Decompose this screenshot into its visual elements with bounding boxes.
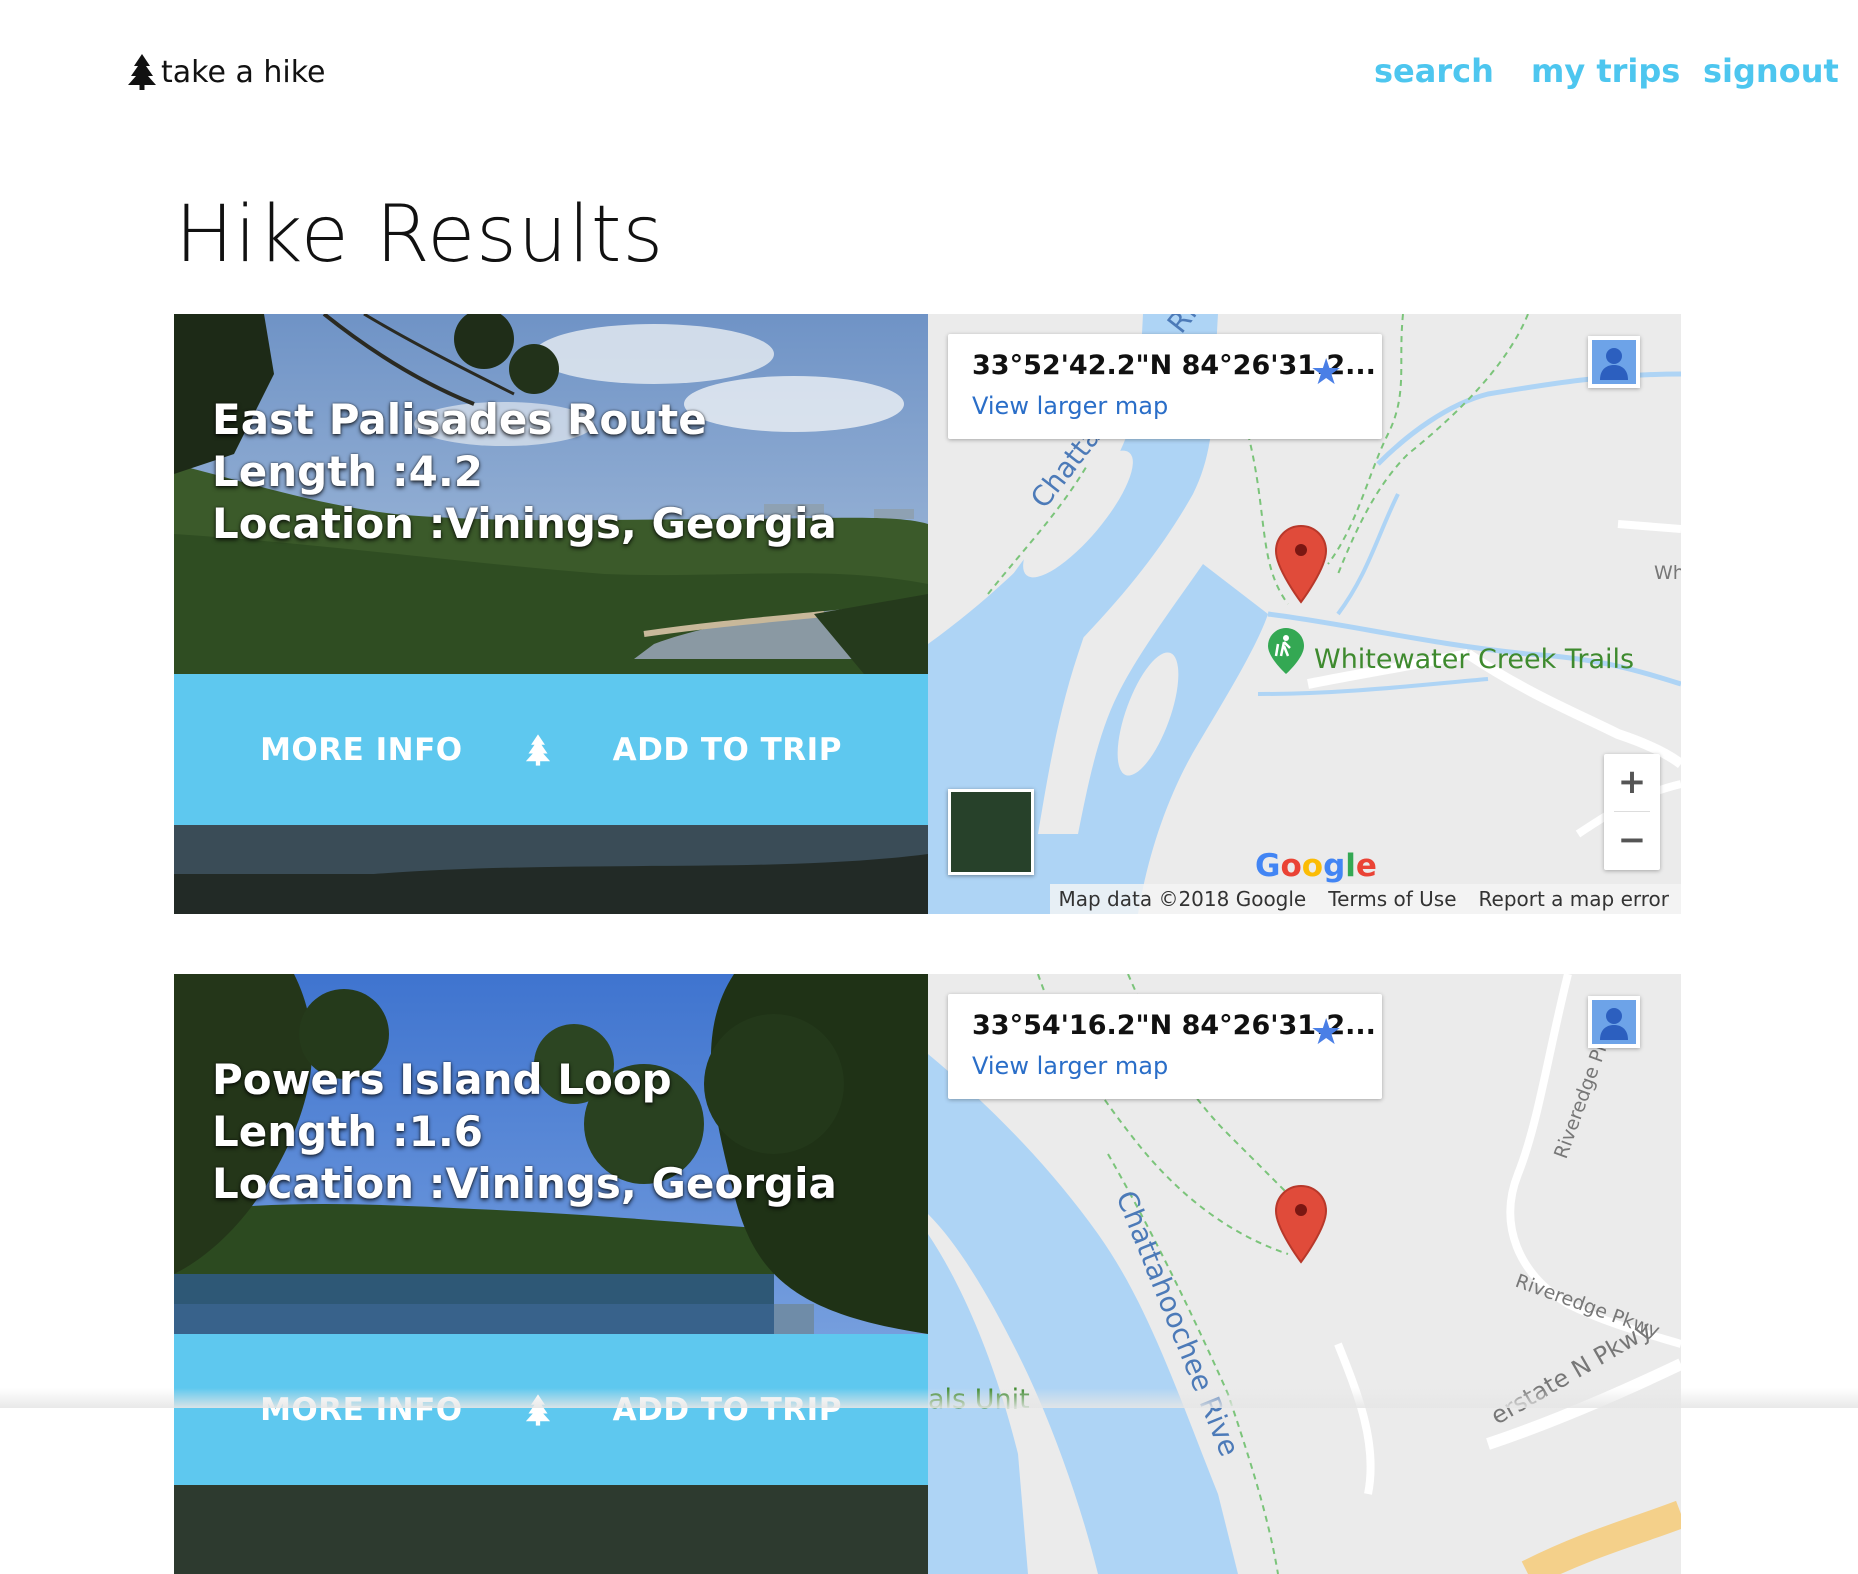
tree-icon bbox=[525, 733, 551, 767]
zoom-out-button[interactable]: − bbox=[1604, 812, 1660, 868]
terms-of-use-link[interactable]: Terms of Use bbox=[1328, 887, 1456, 911]
hike-location: Location :Vinings, Georgia bbox=[212, 499, 837, 548]
place-card: 33°52'42.2"N 84°26'31.2... ★ View larger… bbox=[948, 334, 1382, 439]
street-view-button[interactable] bbox=[1588, 336, 1640, 388]
nav-my-trips-link[interactable]: my trips bbox=[1531, 52, 1680, 90]
hike-result-card: Powers Island Loop Length :1.6 Location … bbox=[174, 974, 1681, 1574]
trail-map[interactable]: Chattahoochee River Wh Whitewater Creek … bbox=[928, 314, 1681, 914]
hike-photo: Powers Island Loop Length :1.6 Location … bbox=[174, 974, 928, 1574]
page-title: Hike Results bbox=[175, 190, 665, 280]
star-icon[interactable]: ★ bbox=[1310, 1012, 1342, 1053]
hike-length: Length :1.6 bbox=[212, 1107, 484, 1156]
brand-logo[interactable]: take a hike bbox=[127, 54, 325, 90]
bottom-fade bbox=[0, 1388, 1858, 1408]
hike-info: East Palisades Route Length :4.2 Locatio… bbox=[212, 394, 837, 550]
place-card: 33°54'16.2"N 84°26'31.2... ★ View larger… bbox=[948, 994, 1382, 1099]
report-map-error-link[interactable]: Report a map error bbox=[1479, 887, 1669, 911]
map-marker-icon[interactable] bbox=[1274, 524, 1328, 608]
google-logo[interactable]: Google bbox=[1255, 848, 1377, 884]
tree-icon bbox=[128, 54, 156, 90]
star-icon[interactable]: ★ bbox=[1310, 352, 1342, 393]
hike-length: Length :4.2 bbox=[212, 447, 484, 496]
view-larger-map-link[interactable]: View larger map bbox=[972, 1052, 1168, 1080]
zoom-in-button[interactable]: + bbox=[1604, 754, 1660, 810]
trail-map[interactable]: Chattahoochee Rive Riveredge Pkwy Rivere… bbox=[928, 974, 1681, 1574]
hike-name: East Palisades Route bbox=[212, 395, 707, 444]
road-label: Wh bbox=[1654, 562, 1681, 584]
action-bar: MORE INFO ADD TO TRIP bbox=[174, 674, 928, 825]
hike-name: Powers Island Loop bbox=[212, 1055, 672, 1104]
hike-location: Location :Vinings, Georgia bbox=[212, 1159, 837, 1208]
map-data-text: Map data ©2018 Google bbox=[1058, 887, 1307, 911]
hiker-icon bbox=[1268, 628, 1304, 674]
person-icon bbox=[1592, 1000, 1636, 1044]
view-larger-map-link[interactable]: View larger map bbox=[972, 392, 1168, 420]
map-footer: Map data ©2018 Google Terms of Use Repor… bbox=[1050, 884, 1681, 914]
action-bar: MORE INFO ADD TO TRIP bbox=[174, 1334, 928, 1485]
trail-label: Whitewater Creek Trails bbox=[1314, 644, 1635, 675]
street-view-button[interactable] bbox=[1588, 996, 1640, 1048]
satellite-toggle[interactable] bbox=[948, 789, 1034, 875]
nav-search-link[interactable]: search bbox=[1374, 52, 1494, 90]
hike-info: Powers Island Loop Length :1.6 Location … bbox=[212, 1054, 837, 1210]
hike-result-card: East Palisades Route Length :4.2 Locatio… bbox=[174, 314, 1681, 914]
brand-name: take a hike bbox=[161, 54, 326, 90]
nav-signout-link[interactable]: signout bbox=[1703, 52, 1839, 90]
add-to-trip-button[interactable]: ADD TO TRIP bbox=[607, 731, 848, 769]
map-marker-icon[interactable] bbox=[1274, 1184, 1328, 1268]
person-icon bbox=[1592, 340, 1636, 384]
more-info-button[interactable]: MORE INFO bbox=[254, 731, 469, 769]
hike-photo: East Palisades Route Length :4.2 Locatio… bbox=[174, 314, 928, 914]
zoom-control: + − bbox=[1604, 754, 1660, 870]
